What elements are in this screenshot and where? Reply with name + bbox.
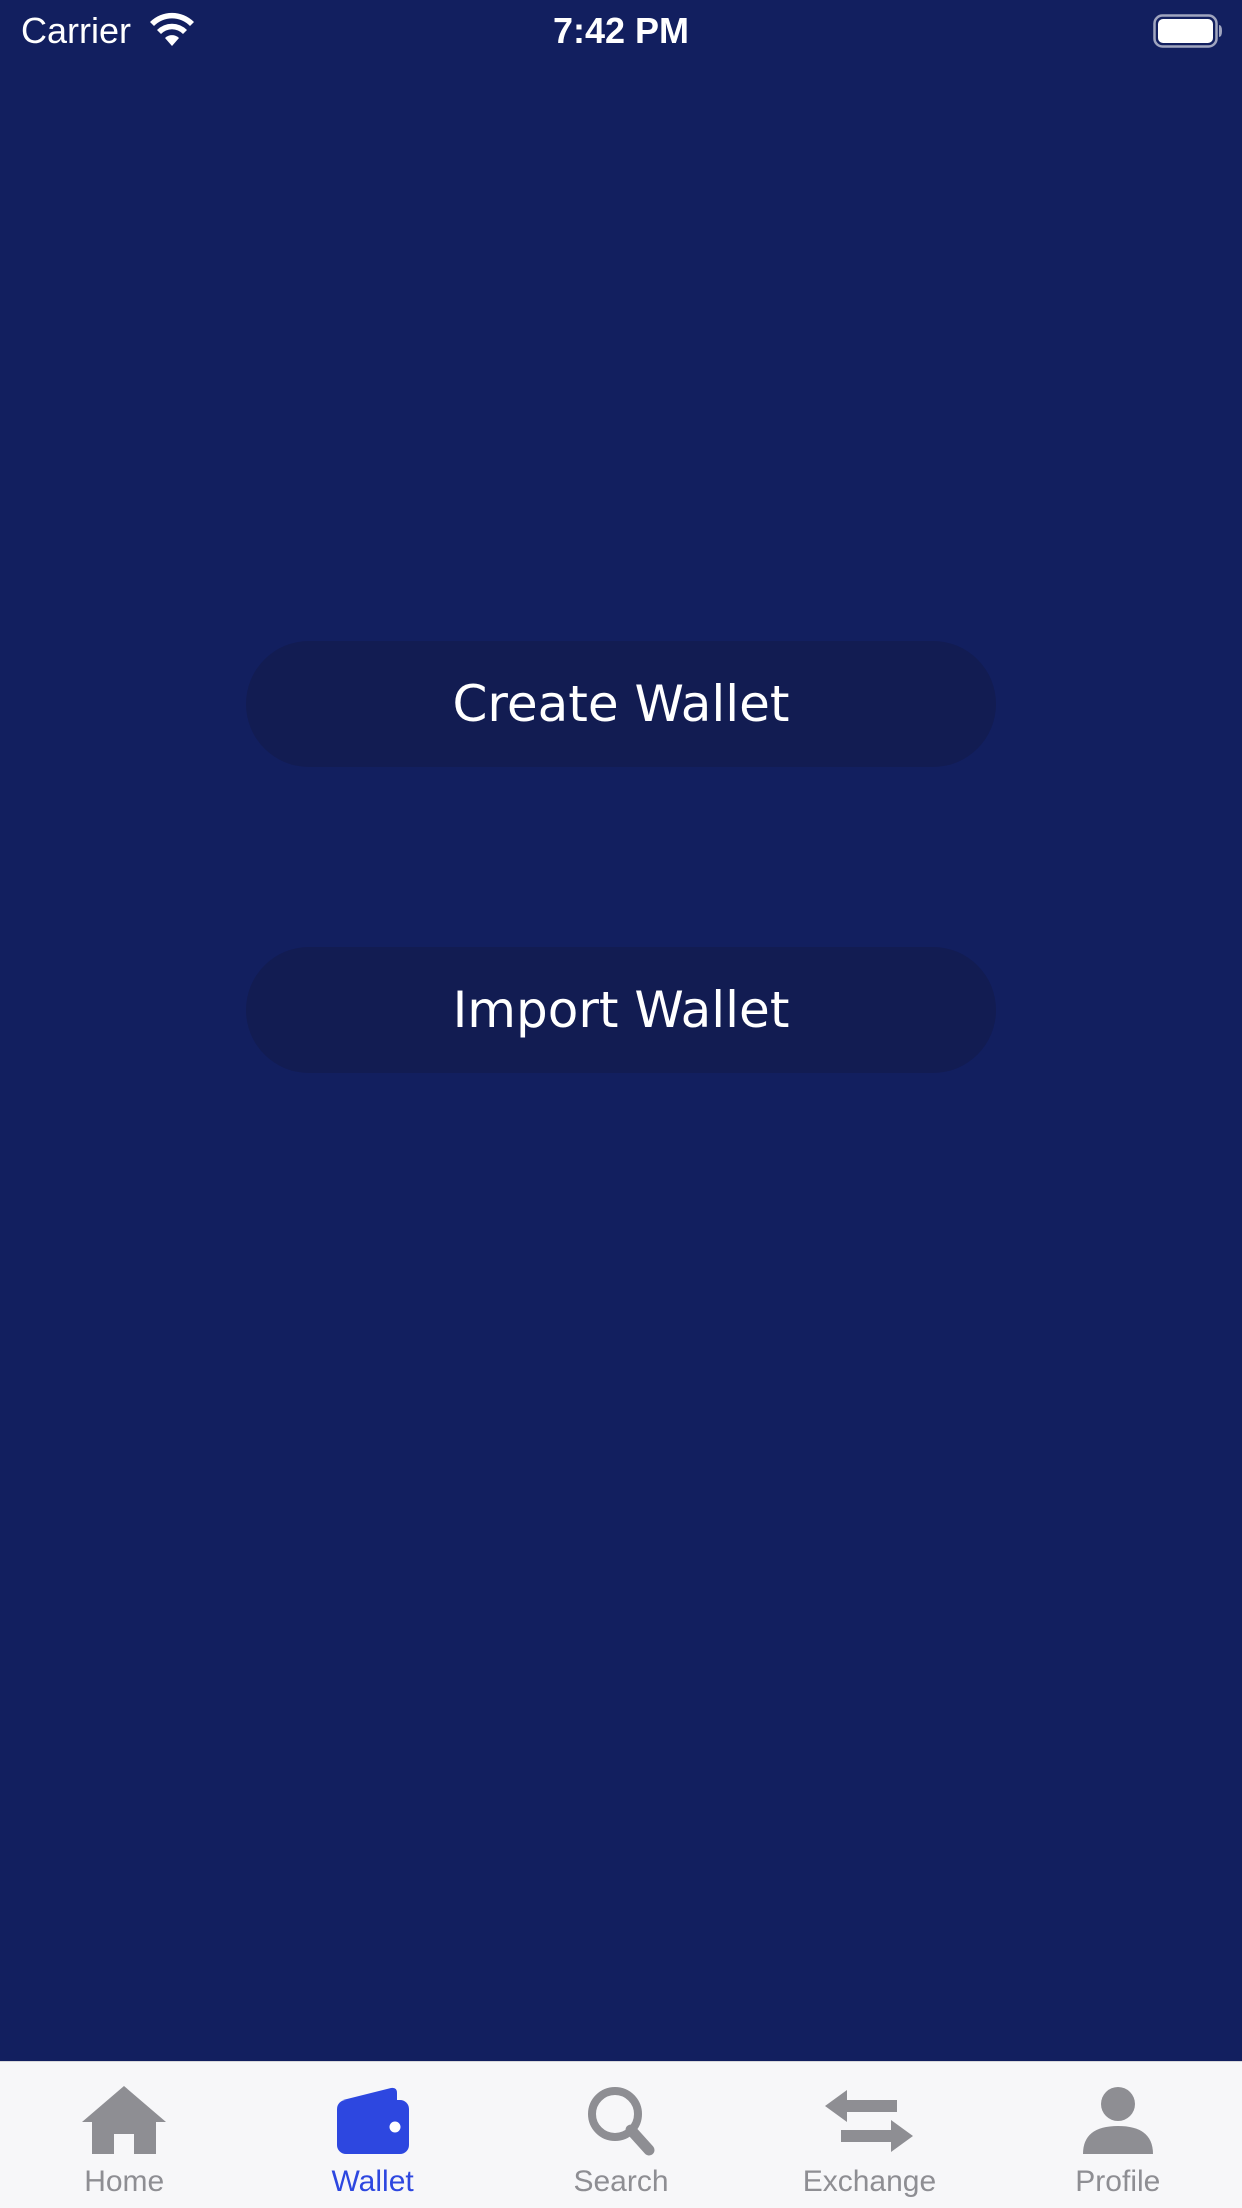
tab-home[interactable]: Home xyxy=(0,2062,248,2208)
tab-search-label: Search xyxy=(573,2165,669,2198)
home-icon xyxy=(82,2086,167,2154)
tab-profile-label: Profile xyxy=(1075,2165,1161,2198)
create-wallet-button[interactable]: Create Wallet xyxy=(246,641,996,767)
tab-wallet-label: Wallet xyxy=(331,2165,414,2198)
status-time: 7:42 PM xyxy=(552,10,690,51)
profile-icon xyxy=(1082,2087,1153,2154)
tab-bar: Home Wallet Search Exchange Profile xyxy=(0,2061,1242,2208)
tab-exchange[interactable]: Exchange xyxy=(745,2062,993,2208)
tab-home-label: Home xyxy=(84,2165,165,2198)
tab-profile[interactable]: Profile xyxy=(994,2062,1242,2208)
tab-exchange-label: Exchange xyxy=(802,2165,937,2198)
wallet-icon xyxy=(336,2087,409,2154)
import-wallet-button[interactable]: Import Wallet xyxy=(246,947,996,1073)
exchange-icon xyxy=(825,2090,914,2152)
status-bar: Carrier 7:42 PM xyxy=(0,0,1242,62)
wallet-screen: Carrier 7:42 PM Create Wallet Import Wal… xyxy=(0,0,1242,2208)
tab-wallet[interactable]: Wallet xyxy=(248,2062,496,2208)
search-icon xyxy=(588,2087,655,2156)
battery-icon xyxy=(1153,14,1222,48)
tab-search[interactable]: Search xyxy=(497,2062,745,2208)
